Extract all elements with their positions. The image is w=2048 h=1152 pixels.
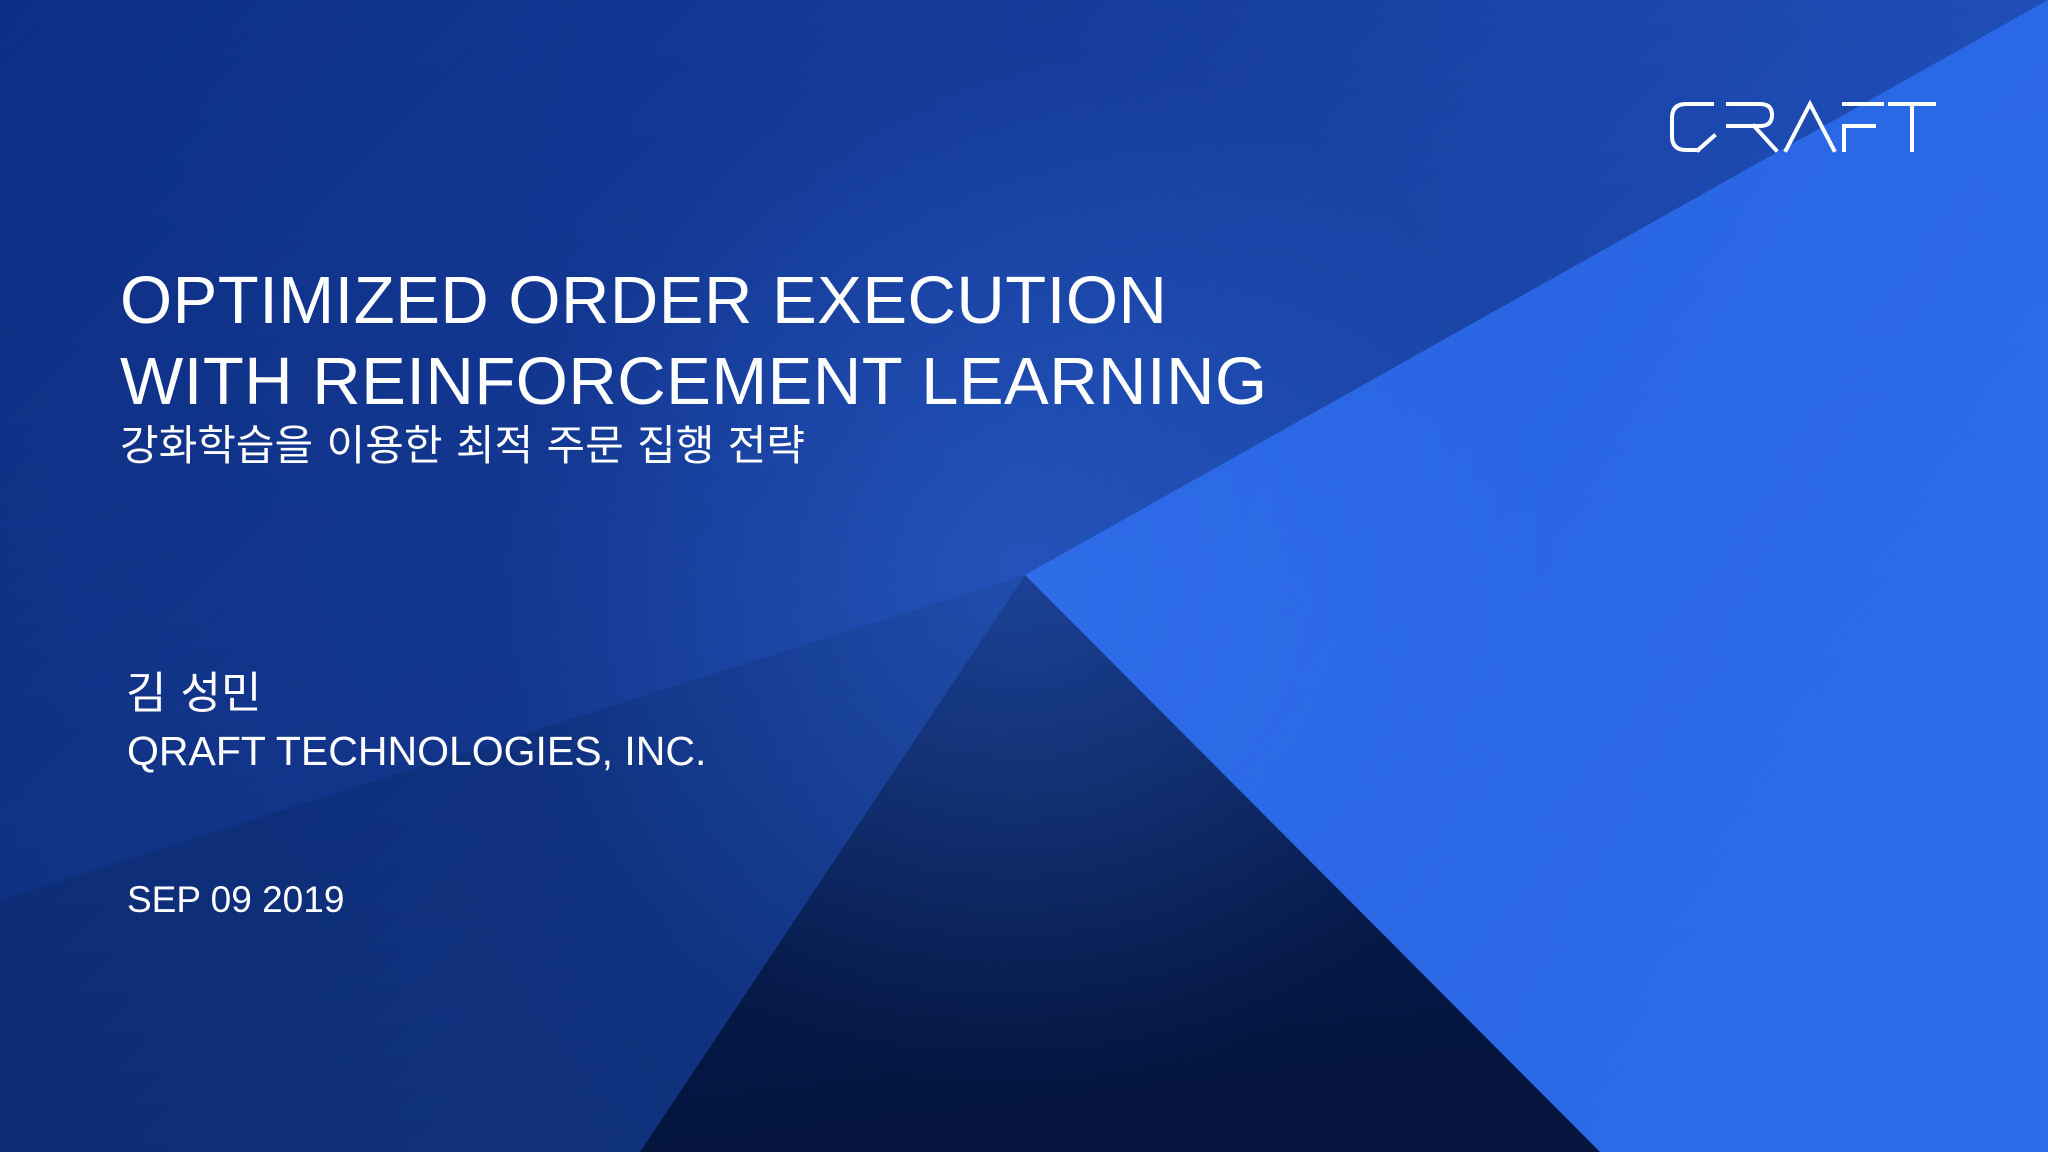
- title-slide: OPTIMIZED ORDER EXECUTION WITH REINFORCE…: [0, 0, 2048, 1152]
- company-name: QRAFT TECHNOLOGIES, INC.: [127, 728, 707, 774]
- slide-subtitle: 강화학습을 이용한 최적 주문 집행 전략: [120, 421, 805, 470]
- slide-background: [0, 0, 2048, 1152]
- presentation-date: SEP 09 2019: [127, 879, 345, 920]
- title-line-2: WITH REINFORCEMENT LEARNING: [120, 344, 1268, 419]
- title-line-1: OPTIMIZED ORDER EXECUTION: [120, 263, 1168, 338]
- author-name: 김 성민: [126, 668, 262, 719]
- slide-title: OPTIMIZED ORDER EXECUTION WITH REINFORCE…: [120, 260, 1520, 422]
- qraft-logo: [1670, 99, 1936, 153]
